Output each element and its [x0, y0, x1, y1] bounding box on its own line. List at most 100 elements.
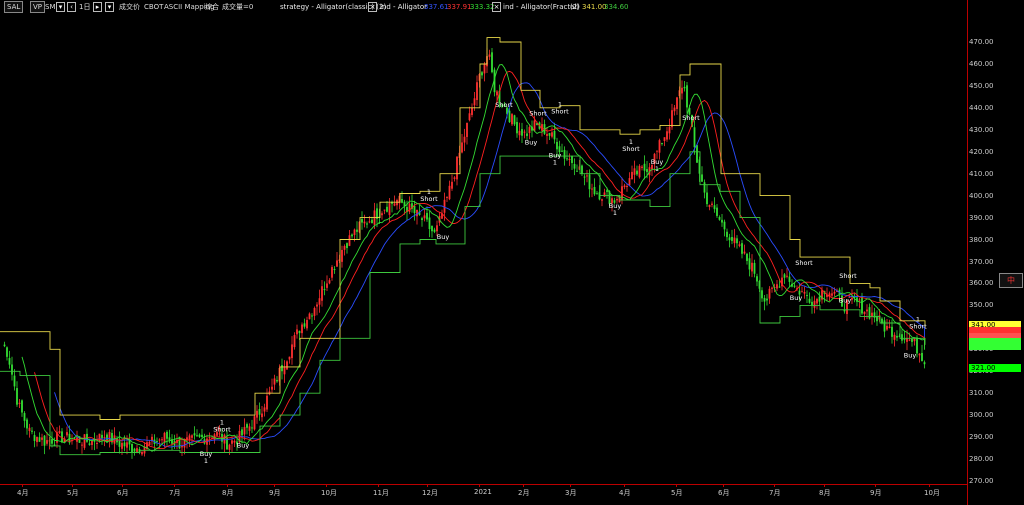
candle-body [921, 352, 923, 362]
price-type-label[interactable]: 成交价 [119, 0, 140, 14]
signal-short[interactable]: Short [495, 101, 513, 109]
candle-body [148, 441, 151, 446]
date-axis-tick: 9月 [269, 489, 281, 497]
price-axis[interactable] [967, 0, 1024, 505]
candle-body [428, 217, 431, 230]
candle-body [116, 438, 118, 443]
candle-body [21, 400, 23, 413]
candle-body [708, 204, 711, 207]
symbol-selector[interactable]: SAL [4, 1, 24, 13]
candle-body [718, 217, 721, 220]
candle-body [583, 176, 586, 178]
candle-body [448, 185, 451, 200]
candle-body [31, 430, 33, 432]
candle-body [716, 207, 718, 216]
signal-buy[interactable]: Buy [904, 351, 917, 359]
date-axis-tick: 5月 [67, 489, 79, 497]
candle-body [98, 433, 101, 442]
price-tag [969, 342, 1021, 350]
candle-body [303, 323, 306, 327]
signal-buy[interactable]: Buy1 [549, 152, 562, 167]
date-axis-tick: 5月 [671, 489, 683, 497]
candle-body [518, 130, 521, 136]
candle-body [166, 431, 168, 439]
signal-buy[interactable]: Buy [839, 296, 852, 304]
signal-short[interactable]: 1Short [213, 419, 231, 434]
side-panel-button[interactable]: 中 [999, 273, 1023, 288]
candle-body [51, 439, 53, 444]
candle-body [891, 326, 893, 337]
candle-body [468, 113, 471, 121]
volume-label: 成交量=0 [222, 3, 254, 11]
candle-body [431, 226, 433, 232]
candle-body [596, 193, 598, 195]
chart-type-icon[interactable]: ▾ [105, 2, 114, 12]
price-axis-tick: 390.00 [969, 213, 994, 222]
sm-label: SM [45, 3, 56, 11]
signal-short[interactable]: 1Short [420, 188, 438, 203]
candle-body [363, 221, 366, 224]
candle-body [388, 203, 391, 216]
indicator-alligator-label[interactable]: ind - Alligator [380, 0, 427, 14]
signal-short[interactable]: 1Short [551, 100, 569, 115]
price-axis-tick: 410.00 [969, 169, 994, 178]
candle-body [318, 298, 321, 305]
candle-body [316, 304, 318, 307]
signal-label: Short [420, 195, 438, 203]
candle-body [888, 326, 891, 328]
date-axis-tick: 2021 [474, 488, 492, 496]
candle-body [333, 269, 336, 271]
candle-body [326, 283, 328, 288]
signal-buy[interactable]: Buy [525, 138, 538, 146]
signal-short[interactable]: Short [682, 114, 700, 122]
candle-body [883, 320, 886, 332]
price-chart[interactable]: 1ShortBuy1Buy1ShortBuyShortShort1ShortBu… [0, 14, 967, 484]
signal-buy[interactable]: Buy [237, 441, 250, 449]
candle-body [786, 275, 788, 277]
price-axis-tick: 450.00 [969, 81, 994, 90]
signal-short[interactable]: Short [529, 110, 547, 118]
signal-label: Short [795, 259, 813, 267]
candle-body [496, 91, 498, 96]
signal-short[interactable]: Short [839, 272, 857, 280]
candle-body [511, 114, 513, 125]
signal-short[interactable]: 1Short [622, 138, 640, 153]
price-axis-tick: 360.00 [969, 279, 994, 288]
candle-body [523, 131, 526, 133]
sm-dropdown-icon[interactable]: ▾ [56, 2, 65, 12]
interval-next-icon[interactable]: ▸ [93, 2, 102, 12]
indicator-fractal-label[interactable]: ind - Alligator(Fractal) [503, 0, 579, 14]
indicator-close-icon[interactable]: × [492, 2, 501, 12]
candle-body [913, 338, 916, 342]
candle-body [426, 212, 428, 220]
signal-buy[interactable]: Buy [437, 233, 450, 241]
signal-count: 1 [204, 457, 208, 465]
candle-body [793, 285, 796, 287]
signal-buy[interactable]: Buy1 [200, 450, 213, 465]
candle-body [83, 434, 86, 448]
vp-toggle[interactable]: VP [30, 1, 46, 13]
signal-buy[interactable]: Buy [790, 294, 803, 302]
price-axis-tick: 430.00 [969, 125, 994, 134]
candle-body [703, 182, 706, 193]
signal-label: Short [909, 323, 927, 331]
alligator-jaw-line [54, 82, 925, 448]
interval-prev-icon[interactable]: ‹ [67, 2, 76, 12]
exchange-label: CBOT [144, 3, 164, 11]
candle-body [446, 196, 448, 198]
price-tag: 321.00 [969, 363, 1021, 372]
candle-body [553, 130, 556, 140]
candle-body [623, 185, 626, 188]
strategy-close-icon[interactable]: × [368, 2, 377, 12]
candle-body [728, 237, 731, 241]
candle-body [121, 442, 123, 449]
candle-body [586, 175, 588, 177]
signal-short[interactable]: Short [795, 259, 813, 267]
date-axis-tick: 6月 [718, 489, 730, 497]
candle-body [693, 127, 696, 148]
candle-body [916, 337, 918, 354]
candle-body [33, 435, 36, 441]
interval-label[interactable]: 1日 [79, 0, 90, 14]
candle-body [918, 353, 921, 356]
signal-buy[interactable]: Buy1 [609, 202, 622, 217]
